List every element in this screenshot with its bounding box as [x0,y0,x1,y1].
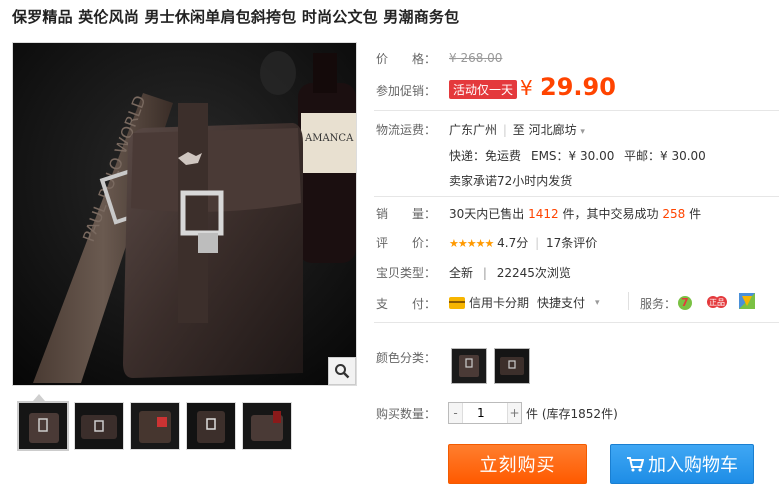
stock-info: 件 (库存1852件) [526,405,618,422]
thumbnail-image [243,403,291,449]
ship-from: 广东广州 [449,123,498,137]
rating-label: 评 价： [376,236,437,250]
zoom-button[interactable] [328,357,356,385]
sales-prefix: 30天内已售出 [449,207,525,221]
ship-to[interactable]: 河北廊坊 [529,123,577,137]
promo-price: 29.90 [540,73,616,101]
item-type-info: 全新 | 22245次浏览 [449,264,571,281]
thumbnail-pointer [33,394,45,401]
bag-photo: AMANCA PAUL POLO WORLD [13,43,356,385]
success-count: 258 [662,207,686,221]
credit-card-icon [449,296,465,309]
thumbnail-3[interactable] [130,402,180,450]
guarantee-icon[interactable]: 正品 [706,292,728,315]
thumbnail-2[interactable] [74,402,124,450]
price-label: 价 格： [376,52,437,66]
thumbnail-image [19,403,67,449]
main-product-image[interactable]: AMANCA PAUL POLO WORLD [12,42,357,386]
ems-fee: EMS：¥ 30.00 [531,149,615,163]
item-type-label: 宝贝类型： [376,266,437,280]
sales-info: 30天内已售出 1412 件，其中交易成功 258 件 [449,205,701,222]
certified-icon[interactable] [738,292,756,313]
payment-label: 支 付： [376,297,437,311]
review-count-link[interactable]: 17条评价 [546,236,597,250]
divider [374,322,779,323]
promo-tag: 活动仅一天 [449,80,518,99]
magnifier-icon [335,364,350,379]
thumbnail-1[interactable] [17,401,69,451]
add-to-cart-label: 加入购物车 [648,455,738,476]
quantity-decrease-button[interactable]: - [449,403,462,423]
buy-now-button[interactable]: 立刻购买 [448,444,587,484]
rating-score: 4.7分 [497,236,529,250]
shopping-cart-icon [627,457,644,472]
product-title: 保罗精品 英伦风尚 男士休闲单肩包斜挎包 时尚公文包 男潮商务包 [12,8,460,26]
color-option-2[interactable] [494,348,530,384]
sold-count: 1412 [528,207,559,221]
divider [374,110,779,111]
promo-label: 参加促销： [376,84,437,98]
color-label: 颜色分类： [376,351,437,365]
stock-count: (库存1852件) [541,407,618,421]
seven-day-return-icon[interactable]: 7 [675,292,695,315]
quantity-label: 购买数量： [376,407,437,421]
view-count: 22245次浏览 [496,266,571,280]
buy-now-label: 立刻购买 [479,455,556,476]
item-type-separator: | [482,266,487,280]
swatch-image [452,349,486,383]
add-to-cart-button[interactable]: 加入购物车 [610,444,754,484]
quantity-increase-button[interactable]: + [508,403,521,423]
thumbnail-image [131,403,179,449]
ship-to-prefix: 至 [512,123,525,137]
thumbnail-5[interactable] [242,402,292,450]
currency-symbol: ¥ [520,76,533,100]
svg-text:AMANCA: AMANCA [304,133,354,144]
svg-text:正品: 正品 [709,298,725,307]
payment-methods[interactable]: 信用卡分期 快捷支付 ▾ [449,294,600,311]
sales-mid: 件，其中交易成功 [562,207,659,221]
quantity-unit: 件 [526,407,539,421]
shipping-label: 物流运费： [376,123,437,137]
quick-pay[interactable]: 快捷支付 [537,294,585,311]
rating-info: ★★★★★ 4.7分 | 17条评价 [449,234,597,251]
chevron-down-icon[interactable]: ▾ [595,298,600,308]
route-separator: | [502,123,507,137]
thumbnail-image [187,403,235,449]
star-rating-icon: ★★★★★ [449,237,494,250]
service-label: 服务： [640,297,677,311]
shipping-promise: 卖家承诺72小时内发货 [449,174,573,188]
original-price: ¥ 268.00 [449,51,503,65]
item-condition: 全新 [449,266,474,280]
mail-fee: 平邮：¥ 30.00 [624,149,706,163]
sales-label: 销 量： [376,207,437,221]
shipping-route[interactable]: 广东广州 | 至 河北廊坊 ▾ [449,121,585,138]
chevron-down-icon[interactable]: ▾ [580,127,585,137]
express-fee: 快递：免运费 [449,149,522,163]
quantity-input[interactable] [462,403,508,423]
svg-text:7: 7 [681,296,689,309]
thumbnail-image [75,403,123,449]
payment-divider [628,292,629,310]
thumbnail-4[interactable] [186,402,236,450]
quantity-stepper[interactable]: - + [448,402,522,424]
color-option-1[interactable] [451,348,487,384]
rating-separator: | [535,236,540,250]
swatch-image [495,349,529,383]
divider [374,196,779,197]
sales-suffix: 件 [689,207,702,221]
credit-installment[interactable]: 信用卡分期 [469,294,529,311]
